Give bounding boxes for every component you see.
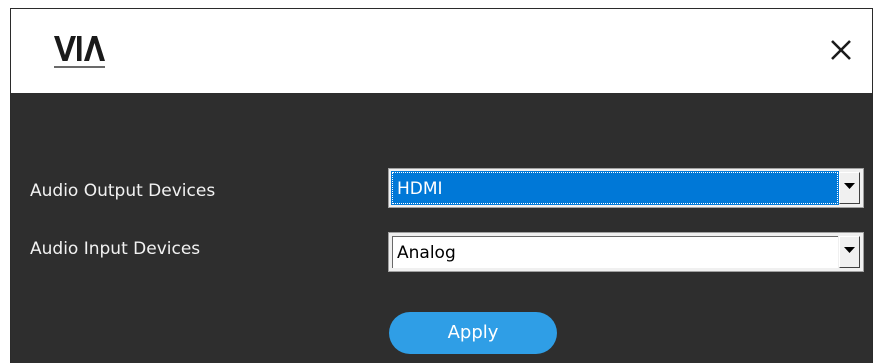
chevron-down-icon [844, 247, 855, 253]
audio-input-value: Analog [392, 236, 838, 268]
dropdown-arrow-button[interactable] [839, 172, 860, 204]
via-logo [54, 33, 118, 73]
audio-output-select[interactable]: HDMI [388, 168, 864, 208]
audio-settings-dialog: Audio Output Devices HDMI Audio Input De… [10, 8, 873, 363]
close-icon[interactable] [826, 35, 856, 65]
dropdown-arrow-button[interactable] [839, 236, 860, 268]
audio-input-select[interactable]: Analog [388, 232, 864, 272]
apply-button[interactable]: Apply [389, 312, 557, 354]
audio-output-value: HDMI [391, 171, 839, 205]
chevron-down-icon [844, 183, 855, 189]
audio-output-label: Audio Output Devices [30, 181, 216, 201]
dialog-titlebar [11, 9, 872, 93]
audio-input-label: Audio Input Devices [30, 239, 201, 259]
